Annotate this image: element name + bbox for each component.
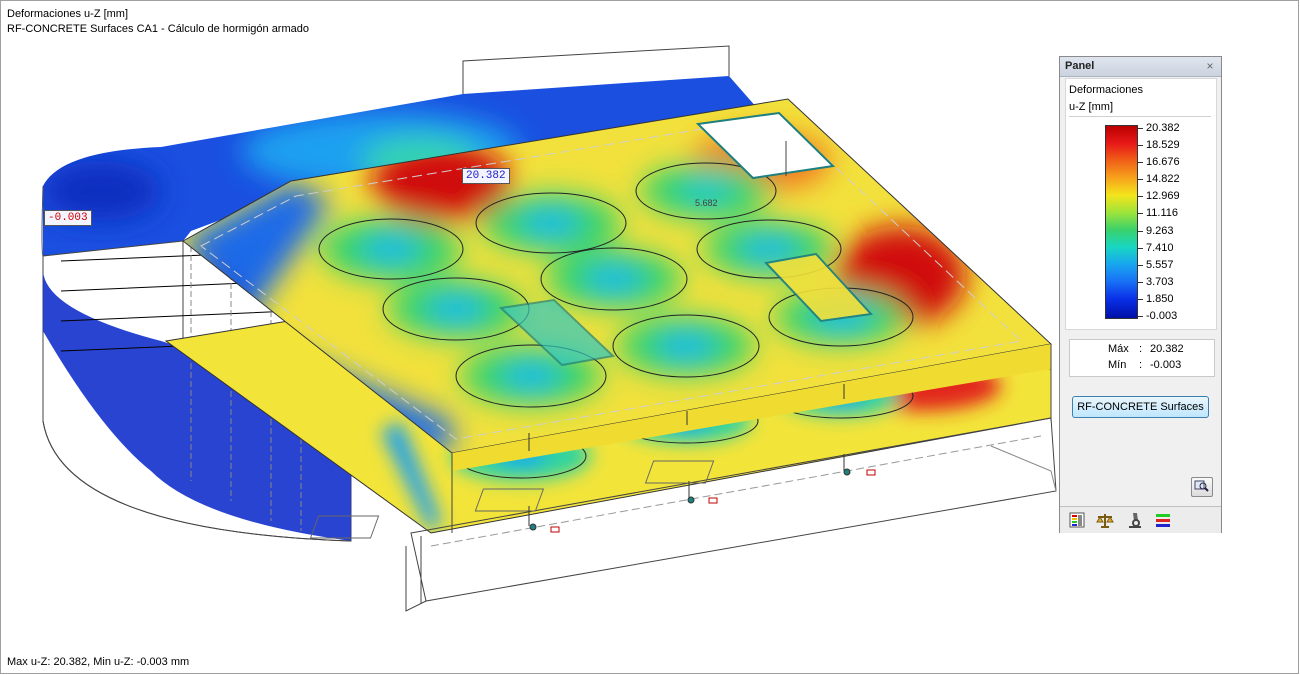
result-title: Deformaciones u-Z [mm]: [7, 8, 129, 20]
legend-tick: [1138, 316, 1143, 317]
legend-value: 5.557: [1146, 258, 1174, 271]
balance-icon[interactable]: [1096, 511, 1114, 529]
result-subtitle: RF-CONCRETE Surfaces CA1 - Cálculo de ho…: [7, 23, 309, 35]
local-value-label: 5.682: [695, 198, 718, 208]
max-value: 20.382: [1150, 343, 1184, 355]
min-value-flag: -0.003: [44, 210, 92, 226]
panel-title: Panel: [1065, 60, 1095, 72]
max-value-flag: 20.382: [462, 168, 510, 184]
min-row: Mín : -0.003: [1070, 359, 1214, 375]
panel-tab-bar: [1060, 506, 1221, 533]
max-min-box: Máx : 20.382 Mín : -0.003: [1069, 339, 1215, 377]
legend-value: 20.382: [1146, 122, 1180, 134]
legend-tick: [1138, 128, 1143, 129]
legend-tick: [1138, 230, 1143, 232]
legend-tick: [1138, 213, 1143, 215]
max-row: Máx : 20.382: [1070, 343, 1214, 359]
legend-tick: [1138, 264, 1143, 266]
status-summary: Max u-Z: 20.382, Min u-Z: -0.003 mm: [7, 656, 190, 668]
legend-tick: [1138, 281, 1143, 283]
legend-tick: [1138, 247, 1143, 249]
min-label: Mín: [1108, 359, 1127, 371]
panel-titlebar[interactable]: Panel ×: [1060, 57, 1221, 77]
legend-value: 12.969: [1146, 190, 1180, 203]
min-value: -0.003: [1150, 359, 1182, 371]
lines-icon[interactable]: [1154, 511, 1172, 529]
legend-tick: [1138, 196, 1143, 198]
legend-color-bar: [1105, 125, 1138, 319]
legend-unit: u-Z [mm]: [1069, 101, 1113, 113]
legend-tick: [1138, 145, 1143, 147]
color-legend: Deformaciones u-Z [mm] 20.382 18.529 16.67…: [1065, 78, 1217, 330]
legend-tick: [1138, 179, 1143, 181]
legend-heading: Deformaciones: [1069, 84, 1143, 96]
rf-concrete-surfaces-button[interactable]: RF-CONCRETE Surfaces: [1072, 396, 1209, 418]
legend-value: 7.410: [1146, 241, 1174, 254]
legend-value: 14.822: [1146, 173, 1180, 186]
max-colon: :: [1139, 343, 1143, 355]
zoom-icon[interactable]: [1191, 477, 1213, 497]
max-label: Máx: [1108, 343, 1129, 355]
model-viewport[interactable]: Deformaciones u-Z [mm] RF-CONCRETE Surfa…: [0, 0, 1299, 674]
legend-value: 9.263: [1146, 224, 1174, 237]
legend-tick: [1138, 298, 1143, 300]
color-scale-icon[interactable]: [1068, 511, 1086, 529]
legend-value: 1.850: [1146, 292, 1174, 305]
legend-value: -0.003: [1146, 310, 1178, 322]
legend-value: 11.116: [1146, 207, 1179, 220]
legend-value: 16.676: [1146, 156, 1180, 169]
legend-value: 3.703: [1146, 275, 1174, 288]
microscope-icon[interactable]: [1126, 511, 1144, 529]
legend-tick: [1138, 162, 1143, 164]
close-icon[interactable]: ×: [1203, 59, 1217, 73]
results-panel[interactable]: Panel × Deformaciones u-Z [mm] 20.382 18.…: [1059, 56, 1222, 533]
legend-value: 18.529: [1146, 139, 1180, 152]
min-colon: :: [1139, 359, 1143, 371]
legend-divider: [1069, 116, 1211, 117]
